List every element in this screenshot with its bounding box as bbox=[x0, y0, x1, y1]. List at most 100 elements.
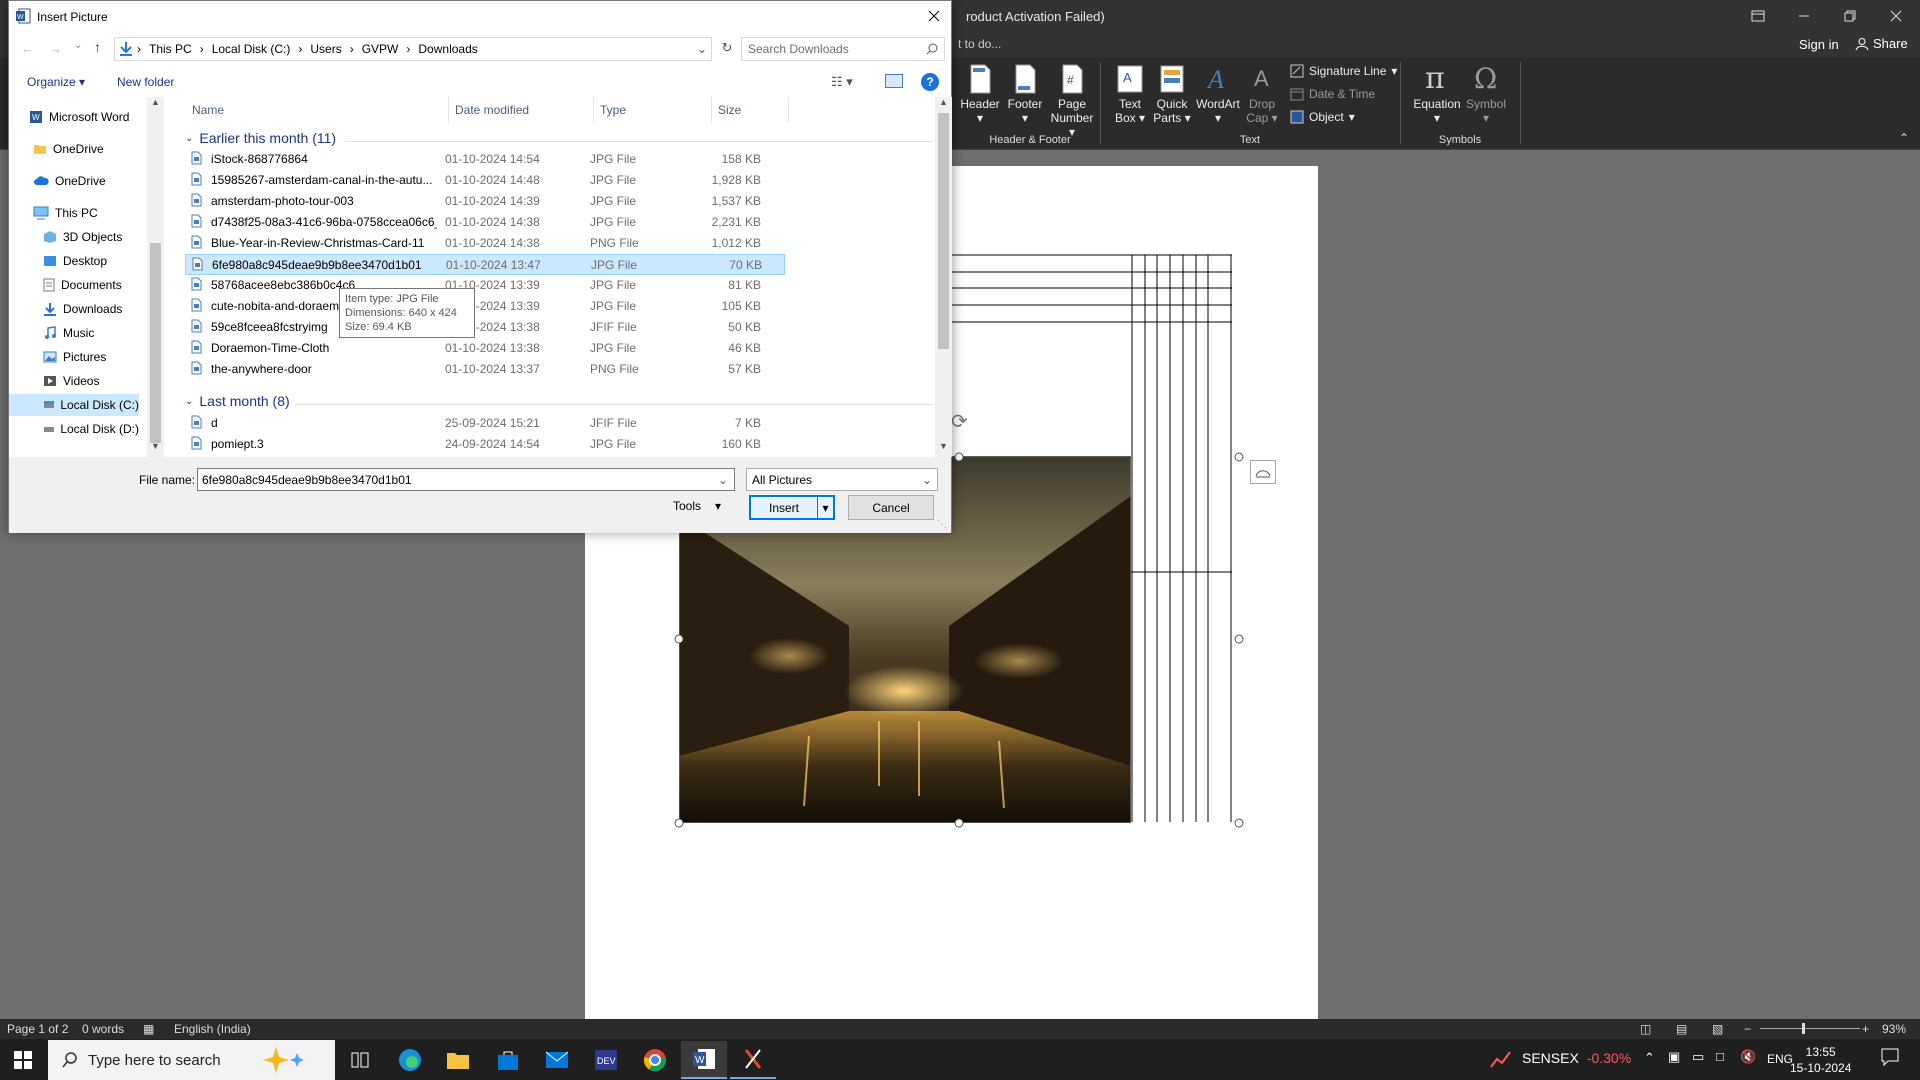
zoom-level[interactable]: 93% bbox=[1882, 1022, 1906, 1036]
up-arrow-icon[interactable]: ↑ bbox=[94, 39, 101, 55]
sensex-widget[interactable]: SENSEX -0.30% bbox=[1522, 1050, 1631, 1066]
refresh-icon[interactable]: ↻ bbox=[717, 40, 737, 58]
zoom-slider-track[interactable] bbox=[1760, 1028, 1860, 1029]
taskbar-search-box[interactable]: Type here to search bbox=[48, 1040, 335, 1080]
file-row[interactable]: iStock-868776864 01-10-2024 14:54 JPG File… bbox=[185, 149, 785, 170]
file-name-input[interactable]: 6fe980a8c945deae9b9b8ee3470d1b01 ⌄ bbox=[197, 468, 735, 491]
chrome-taskbar-button[interactable] bbox=[632, 1041, 678, 1079]
file-row[interactable]: d 25-09-2024 15:21 JFIF File 7 KB bbox=[185, 413, 785, 434]
file-row[interactable]: 59ce8fceea8fcstryimg 01-10-2024 13:38 JFIF… bbox=[185, 317, 785, 338]
scroll-thumb[interactable] bbox=[938, 113, 949, 349]
nav-item-this-pc[interactable]: This PC bbox=[9, 202, 139, 224]
wordart-button[interactable]: A WordArt ▾ bbox=[1193, 64, 1243, 125]
scroll-up-icon[interactable]: ▲ bbox=[147, 97, 164, 113]
group-header-earlier-this-month[interactable]: ⌄ Earlier this month (11) bbox=[185, 130, 336, 146]
preview-pane-icon[interactable] bbox=[885, 74, 903, 88]
scroll-thumb[interactable] bbox=[150, 243, 161, 443]
column-header-date-modified[interactable]: Date modified bbox=[449, 97, 594, 123]
nav-item-desktop[interactable]: Desktop bbox=[9, 250, 139, 272]
volume-muted-icon[interactable]: 🔇 bbox=[1740, 1049, 1756, 1065]
tools-menu[interactable]: Tools ▾ bbox=[673, 499, 721, 513]
web-layout-icon[interactable]: ▧ bbox=[1712, 1022, 1723, 1036]
cancel-button[interactable]: Cancel bbox=[848, 495, 934, 520]
page-number-button[interactable]: # Page Number ▾ bbox=[1047, 64, 1097, 139]
organize-menu[interactable]: Organize ▾ bbox=[27, 75, 85, 89]
layout-options-button[interactable] bbox=[1250, 460, 1276, 484]
nav-item-microsoft-word[interactable]: W Microsoft Word bbox=[9, 106, 139, 128]
word-taskbar-button[interactable]: W bbox=[681, 1041, 727, 1079]
store-taskbar-button[interactable] bbox=[485, 1041, 531, 1079]
nav-item-onedrive-personal[interactable]: OneDrive bbox=[9, 138, 139, 160]
file-row[interactable]: Blue-Year-in-Review-Christmas-Card-11 01-… bbox=[185, 233, 785, 254]
recent-locations-icon[interactable]: ⌄ bbox=[74, 40, 82, 51]
back-arrow-icon[interactable]: ← bbox=[21, 41, 34, 56]
action-center-button[interactable] bbox=[1880, 1047, 1900, 1070]
file-row[interactable]: cute-nobita-and-doraem 01-10-2024 13:39 JP… bbox=[185, 296, 785, 317]
file-row[interactable]: 15985267-amsterdam-canal-in-the-autu... 0… bbox=[185, 170, 785, 191]
file-row[interactable]: d7438f25-08a3-41c6-96ba-0758ccea06c6_...… bbox=[185, 212, 785, 233]
breadcrumb-downloads[interactable]: Downloads bbox=[418, 42, 477, 56]
file-type-filter-select[interactable]: All Pictures ⌄ bbox=[746, 468, 938, 491]
footer-button[interactable]: Footer ▾ bbox=[1002, 64, 1048, 125]
header-button[interactable]: Header ▾ bbox=[957, 64, 1003, 125]
sign-in-link[interactable]: Sign in bbox=[1799, 37, 1839, 52]
chevron-down-icon[interactable]: ⌄ bbox=[718, 473, 728, 487]
breadcrumb-gvpw[interactable]: GVPW bbox=[362, 42, 399, 56]
scroll-up-icon[interactable]: ▲ bbox=[935, 97, 952, 113]
address-bar[interactable]: › This PC › Local Disk (C:) › Users › GV… bbox=[114, 37, 712, 61]
group-header-last-month[interactable]: ⌄ Last month (8) bbox=[185, 393, 290, 409]
mail-taskbar-button[interactable] bbox=[534, 1041, 580, 1079]
resize-grip-icon[interactable]: ⋱ bbox=[937, 519, 947, 530]
snipping-taskbar-button[interactable] bbox=[730, 1041, 776, 1079]
close-window-button[interactable] bbox=[1873, 0, 1919, 32]
rotate-handle-icon[interactable]: ⟳ bbox=[951, 409, 968, 434]
collapse-ribbon-icon[interactable]: ⌃ bbox=[1899, 131, 1909, 145]
drop-cap-button[interactable]: A Drop Cap ▾ bbox=[1243, 64, 1281, 125]
devcpp-taskbar-button[interactable]: DEV bbox=[583, 1041, 629, 1079]
date-time-button[interactable]: Date & Time bbox=[1290, 87, 1375, 101]
file-row[interactable]: amsterdam-photo-tour-003 01-10-2024 14:39… bbox=[185, 191, 785, 212]
ribbon-display-options-button[interactable] bbox=[1735, 0, 1781, 32]
proofing-icon[interactable]: ▦ bbox=[143, 1022, 154, 1036]
signature-line-button[interactable]: Signature Line ▾ bbox=[1290, 64, 1397, 78]
nav-item-downloads[interactable]: Downloads bbox=[9, 298, 139, 320]
network-icon[interactable]: □ bbox=[1716, 1049, 1724, 1064]
zoom-in-icon[interactable]: + bbox=[1862, 1022, 1869, 1036]
print-layout-icon[interactable]: ▤ bbox=[1676, 1022, 1687, 1036]
forward-arrow-icon[interactable]: → bbox=[49, 41, 62, 56]
nav-item-onedrive[interactable]: OneDrive bbox=[9, 170, 139, 192]
nav-item-local-disk-d[interactable]: Local Disk (D:) bbox=[9, 418, 139, 440]
zoom-slider-thumb[interactable] bbox=[1802, 1023, 1805, 1034]
task-view-button[interactable] bbox=[337, 1041, 383, 1079]
restore-button[interactable] bbox=[1827, 0, 1873, 32]
symbol-button[interactable]: Ω Symbol ▾ bbox=[1463, 64, 1509, 125]
minimize-button[interactable] bbox=[1781, 0, 1827, 32]
help-icon[interactable]: ? bbox=[921, 73, 939, 91]
start-button[interactable] bbox=[0, 1041, 46, 1079]
word-count[interactable]: 0 words bbox=[82, 1022, 124, 1036]
clock[interactable]: 13:55 15-10-2024 bbox=[1790, 1044, 1851, 1076]
read-mode-icon[interactable]: ◫ bbox=[1640, 1022, 1651, 1036]
page-count[interactable]: Page 1 of 2 bbox=[7, 1022, 68, 1036]
dialog-close-button[interactable] bbox=[919, 3, 949, 29]
column-header-size[interactable]: Size bbox=[712, 97, 789, 123]
battery-icon[interactable]: ▭ bbox=[1692, 1049, 1704, 1065]
breadcrumb-users[interactable]: Users bbox=[310, 42, 341, 56]
file-list-scrollbar[interactable]: ▲ ▼ bbox=[935, 97, 952, 457]
file-row[interactable]: 6fe980a8c945deae9b9b8ee3470d1b01 01-10-20… bbox=[185, 254, 785, 275]
column-header-name[interactable]: Name bbox=[186, 97, 449, 123]
nav-item-pictures[interactable]: Pictures bbox=[9, 346, 139, 368]
column-header-type[interactable]: Type bbox=[594, 97, 712, 123]
quick-parts-button[interactable]: Quick Parts ▾ bbox=[1151, 64, 1193, 125]
scroll-down-icon[interactable]: ▼ bbox=[935, 441, 952, 457]
file-row[interactable]: 58768acee8ebc386b0c4c6 01-10-2024 13:39 JP… bbox=[185, 275, 785, 296]
file-explorer-taskbar-button[interactable] bbox=[435, 1041, 481, 1079]
breadcrumb-local-disk[interactable]: Local Disk (C:) bbox=[212, 42, 291, 56]
share-button[interactable]: Share bbox=[1855, 36, 1908, 51]
file-row[interactable]: pomiept.3 24-09-2024 14:54 JPG File 160 KB bbox=[185, 434, 785, 455]
tell-me-box[interactable]: t to do... bbox=[958, 37, 1001, 51]
breadcrumb-this-pc[interactable]: This PC bbox=[149, 42, 192, 56]
search-downloads-input[interactable]: Search Downloads bbox=[741, 37, 945, 61]
nav-item-documents[interactable]: Documents bbox=[9, 274, 139, 296]
file-row[interactable]: the-anywhere-door 01-10-2024 13:37 PNG Fil… bbox=[185, 359, 785, 380]
